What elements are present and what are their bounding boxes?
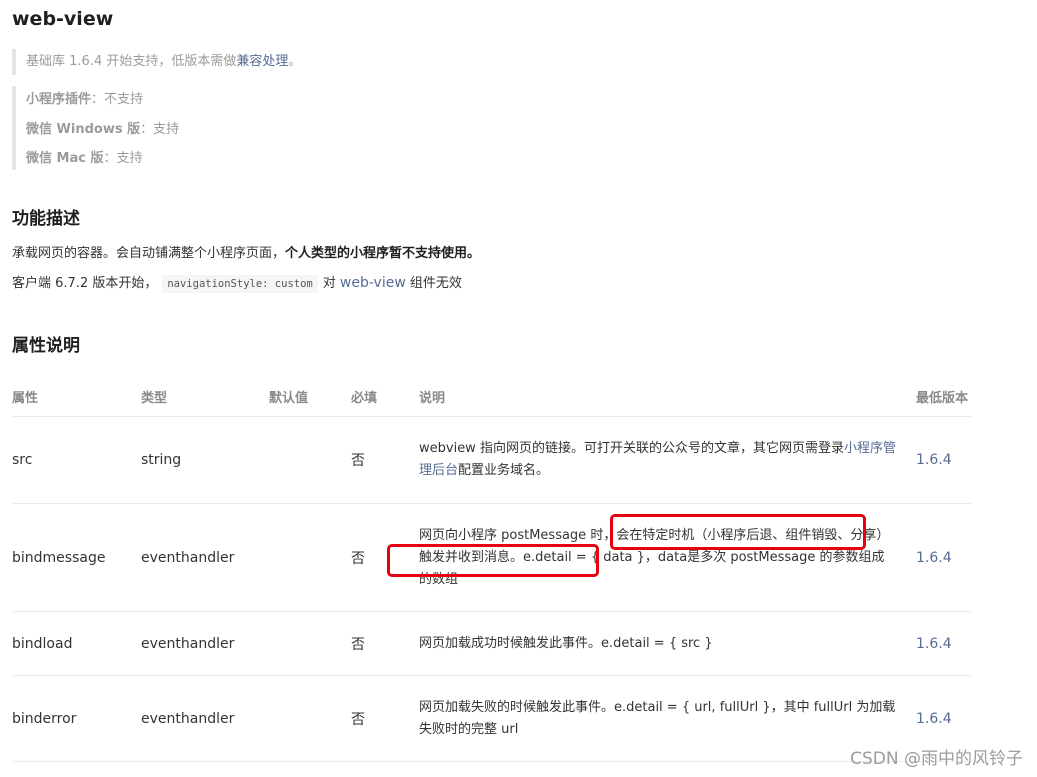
- attrs-heading: 属性说明: [12, 336, 80, 356]
- attr-version: 1.6.4: [916, 611, 972, 676]
- col-header-type: 类型: [141, 376, 269, 417]
- table-row: bindmessage eventhandler 否 网页向小程序 postMe…: [12, 503, 972, 612]
- windows-label: 微信 Windows 版: [26, 121, 141, 137]
- attr-name: bindmessage: [12, 503, 141, 612]
- func-line-2-mid: 对: [322, 276, 336, 291]
- attr-desc: webview 指向网页的链接。可打开关联的公众号的文章，其它网页需登录小程序管…: [419, 416, 916, 504]
- platform-support-note: 小程序插件：不支持 微信 Windows 版：支持 微信 Mac 版：支持: [12, 86, 179, 170]
- navigation-style-code: navigationStyle: custom: [162, 275, 318, 293]
- func-line-1: 承载网页的容器。会自动铺满整个小程序页面，个人类型的小程序暂不支持使用。: [12, 243, 480, 265]
- attr-default: [269, 675, 351, 762]
- web-view-link[interactable]: web-view: [340, 275, 406, 291]
- attr-desc: 网页加载失败的时候触发此事件。e.detail = { url, fullUrl…: [419, 675, 916, 762]
- compat-link[interactable]: 兼容处理: [236, 54, 288, 69]
- base-support-suffix: 。: [288, 54, 302, 69]
- attr-name: src: [12, 416, 141, 504]
- attr-desc: 网页向小程序 postMessage 时，会在特定时机（小程序后退、组件销毁、分…: [419, 503, 916, 612]
- table-row: binderror eventhandler 否 网页加载失败的时候触发此事件。…: [12, 675, 972, 762]
- attr-desc-text: webview 指向网页的链接。可打开关联的公众号的文章，其它网页需登录: [419, 441, 844, 456]
- func-heading: 功能描述: [12, 209, 80, 229]
- mac-label: 微信 Mac 版: [26, 151, 104, 166]
- base-support-note: 基础库 1.6.4 开始支持，低版本需做兼容处理。: [12, 49, 301, 75]
- col-header-attr: 属性: [12, 376, 141, 417]
- col-header-version: 最低版本: [916, 376, 972, 417]
- attrs-table: 属性 类型 默认值 必填 说明 最低版本 src string 否 webvie…: [12, 376, 972, 762]
- attr-name: binderror: [12, 675, 141, 762]
- func-line-1-bold: 个人类型的小程序暂不支持使用。: [285, 246, 481, 261]
- attr-desc-suffix: 配置业务域名。: [458, 463, 550, 478]
- attr-required: 否: [351, 611, 419, 676]
- attr-type: eventhandler: [141, 675, 269, 762]
- csdn-watermark: CSDN @雨中的风铃子: [850, 749, 1023, 769]
- attr-type: eventhandler: [141, 611, 269, 676]
- attr-version: 1.6.4: [916, 503, 972, 612]
- func-line-2: 客户端 6.7.2 版本开始， navigationStyle: custom 对 …: [12, 272, 462, 295]
- attr-default: [269, 416, 351, 504]
- attr-type: string: [141, 416, 269, 504]
- windows-value: ：支持: [140, 121, 180, 137]
- func-line-2-prefix: 客户端 6.7.2 版本开始，: [12, 276, 158, 291]
- base-support-text: 基础库 1.6.4 开始支持，低版本需做: [26, 54, 237, 69]
- plugin-support: 小程序插件：不支持: [26, 86, 179, 116]
- mac-support: 微信 Mac 版：支持: [26, 145, 179, 175]
- attr-default: [269, 503, 351, 612]
- plugin-value: ：不支持: [91, 92, 144, 107]
- func-line-2-suffix: 组件无效: [409, 276, 462, 291]
- table-row: bindload eventhandler 否 网页加载成功时候触发此事件。e.…: [12, 611, 972, 676]
- attr-required: 否: [351, 675, 419, 762]
- windows-support: 微信 Windows 版：支持: [26, 116, 179, 146]
- attr-default: [269, 611, 351, 676]
- attr-version: 1.6.4: [916, 416, 972, 504]
- col-header-desc: 说明: [419, 376, 916, 417]
- attr-name: bindload: [12, 611, 141, 676]
- attr-required: 否: [351, 503, 419, 612]
- plugin-label: 小程序插件: [26, 92, 92, 107]
- attr-desc: 网页加载成功时候触发此事件。e.detail = { src }: [419, 611, 916, 676]
- table-header-row: 属性 类型 默认值 必填 说明 最低版本: [12, 376, 972, 417]
- attr-type: eventhandler: [141, 503, 269, 612]
- attr-required: 否: [351, 416, 419, 504]
- col-header-default: 默认值: [269, 376, 351, 417]
- func-line-1-text: 承载网页的容器。会自动铺满整个小程序页面，: [12, 246, 286, 261]
- mac-value: ：支持: [103, 151, 143, 166]
- col-header-required: 必填: [351, 376, 419, 417]
- page-title: web-view: [12, 8, 114, 30]
- table-row: src string 否 webview 指向网页的链接。可打开关联的公众号的文…: [12, 416, 972, 504]
